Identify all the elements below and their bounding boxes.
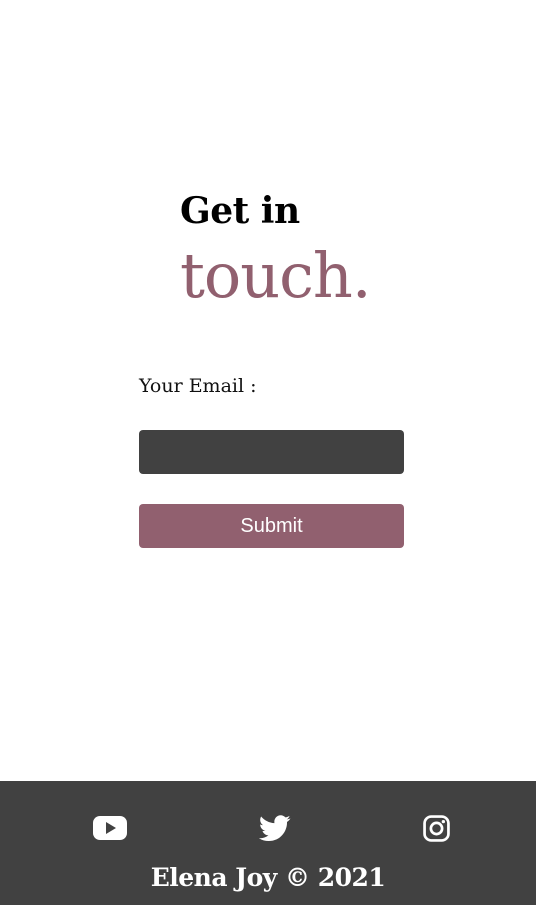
youtube-link[interactable] (85, 812, 135, 844)
youtube-icon (93, 816, 127, 840)
heading-line-touch: touch. (180, 239, 372, 312)
footer: Elena Joy © 2021 (0, 781, 536, 905)
heading-line-get-in: Get in (180, 190, 300, 232)
twitter-icon (259, 814, 291, 841)
twitter-link[interactable] (250, 812, 300, 844)
instagram-icon (422, 814, 450, 842)
submit-button[interactable]: Submit (139, 504, 404, 548)
page-heading: Get in touch. (180, 188, 372, 316)
email-input[interactable] (139, 430, 404, 474)
copyright-text: Elena Joy © 2021 (150, 863, 386, 892)
instagram-link[interactable] (411, 812, 461, 844)
email-label: Your Email : (139, 375, 257, 397)
